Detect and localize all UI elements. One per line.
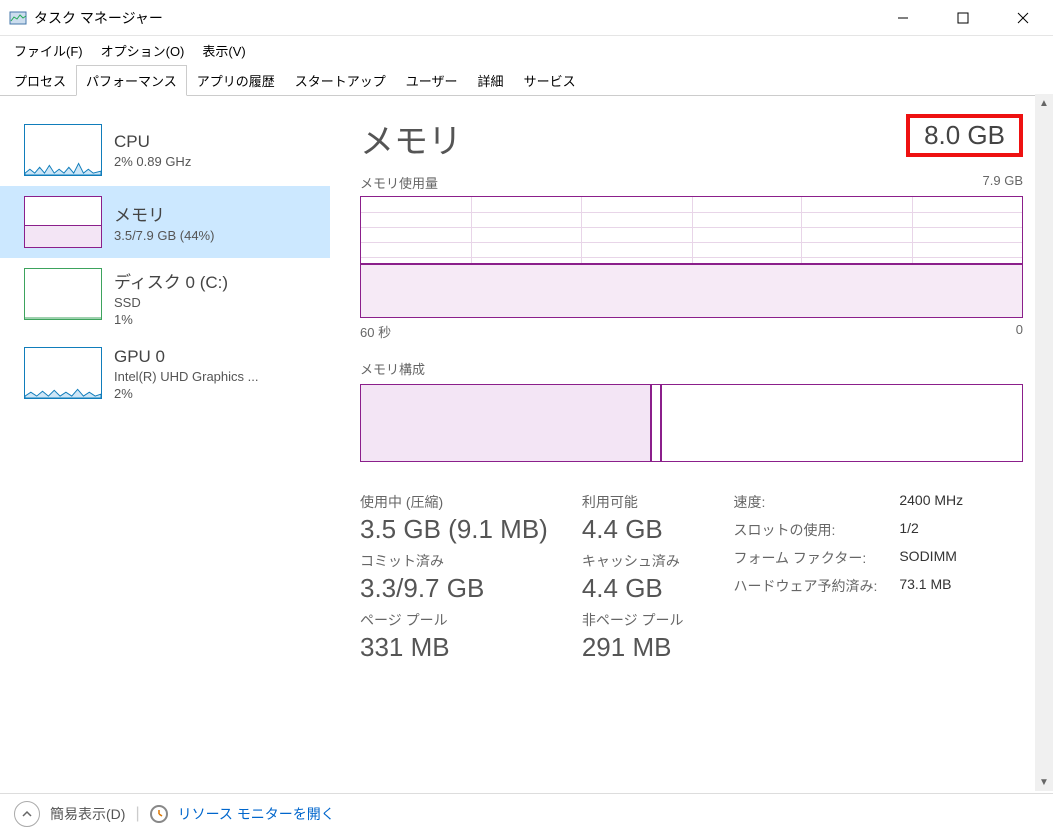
sidebar: CPU 2% 0.89 GHz メモリ 3.5/7.9 GB (44%) ディス… (0, 96, 330, 793)
titlebar: タスク マネージャー (0, 0, 1053, 36)
sidebar-memory-sub: 3.5/7.9 GB (44%) (114, 228, 214, 243)
stat-committed: コミット済み 3.3/9.7 GB (360, 551, 548, 604)
resource-monitor-icon (150, 805, 168, 823)
sidebar-cpu-name: CPU (114, 132, 191, 152)
tab-processes[interactable]: プロセス (4, 65, 76, 96)
tab-startup[interactable]: スタートアップ (285, 65, 396, 96)
tab-performance[interactable]: パフォーマンス (76, 65, 187, 96)
spec-slots-k: スロットの使用: (733, 520, 877, 540)
fewer-details-link[interactable]: 簡易表示(D) (50, 804, 125, 824)
sidebar-memory-name: メモリ (114, 201, 214, 226)
menu-view[interactable]: 表示(V) (194, 38, 253, 63)
usage-chart-label: メモリ使用量 (360, 173, 438, 192)
axis-right: 0 (1016, 322, 1023, 341)
tabbar: プロセス パフォーマンス アプリの履歴 スタートアップ ユーザー 詳細 サービス (0, 64, 1053, 96)
sidebar-disk-sub: SSD (114, 295, 228, 310)
spec-speed-v: 2400 MHz (899, 492, 963, 512)
sidebar-gpu-sub2: 2% (114, 386, 258, 401)
sidebar-cpu-sub: 2% 0.89 GHz (114, 154, 191, 169)
minimize-button[interactable] (873, 0, 933, 36)
menu-options[interactable]: オプション(O) (93, 38, 193, 63)
sidebar-item-gpu[interactable]: GPU 0 Intel(R) UHD Graphics ... 2% (0, 337, 330, 411)
spec-form-v: SODIMM (899, 548, 963, 568)
app-icon (8, 8, 28, 28)
sidebar-item-memory[interactable]: メモリ 3.5/7.9 GB (44%) (0, 186, 330, 258)
sidebar-disk-sub2: 1% (114, 312, 228, 327)
spec-reserved-k: ハードウェア予約済み: (733, 576, 877, 596)
sidebar-item-disk[interactable]: ディスク 0 (C:) SSD 1% (0, 258, 330, 337)
maximize-button[interactable] (933, 0, 993, 36)
spec-form-k: フォーム ファクター: (733, 548, 877, 568)
tab-app-history[interactable]: アプリの履歴 (187, 65, 285, 96)
disk-thumbnail (24, 268, 102, 320)
stat-in-use: 使用中 (圧縮) 3.5 GB (9.1 MB) (360, 492, 548, 545)
footer: 簡易表示(D) | リソース モニターを開く (0, 793, 1053, 833)
scroll-up-icon[interactable]: ▲ (1035, 94, 1053, 112)
spec-reserved-v: 73.1 MB (899, 576, 963, 596)
sidebar-gpu-name: GPU 0 (114, 347, 258, 367)
usage-chart-max: 7.9 GB (983, 173, 1023, 192)
sidebar-disk-name: ディスク 0 (C:) (114, 268, 228, 293)
spec-slots-v: 1/2 (899, 520, 963, 540)
memory-total: 8.0 GB (906, 114, 1023, 157)
tab-services[interactable]: サービス (514, 65, 586, 96)
stat-paged: ページ プール 331 MB (360, 610, 548, 663)
spec-speed-k: 速度: (733, 492, 877, 512)
memory-thumbnail (24, 196, 102, 248)
tab-details[interactable]: 詳細 (468, 65, 514, 96)
window-title: タスク マネージャー (34, 8, 873, 28)
tab-users[interactable]: ユーザー (396, 65, 468, 96)
menubar: ファイル(F) オプション(O) 表示(V) (0, 36, 1053, 64)
close-button[interactable] (993, 0, 1053, 36)
stat-cached: キャッシュ済み 4.4 GB (582, 551, 684, 604)
memory-usage-chart (360, 196, 1023, 318)
scrollbar[interactable]: ▲ ▼ (1035, 94, 1053, 791)
page-title: メモリ (360, 114, 462, 163)
scroll-down-icon[interactable]: ▼ (1035, 773, 1053, 791)
stat-nonpaged: 非ページ プール 291 MB (582, 610, 684, 663)
main-panel: メモリ 8.0 GB メモリ使用量 7.9 GB 60 秒 0 メモリ構成 (330, 96, 1053, 793)
collapse-button[interactable] (14, 801, 40, 827)
cpu-thumbnail (24, 124, 102, 176)
menu-file[interactable]: ファイル(F) (6, 38, 91, 63)
memory-composition-chart (360, 384, 1023, 462)
sidebar-gpu-sub: Intel(R) UHD Graphics ... (114, 369, 258, 384)
gpu-thumbnail (24, 347, 102, 399)
sidebar-item-cpu[interactable]: CPU 2% 0.89 GHz (0, 114, 330, 186)
composition-label: メモリ構成 (360, 359, 1023, 378)
axis-left: 60 秒 (360, 322, 391, 341)
chevron-up-icon (21, 808, 33, 820)
resource-monitor-link[interactable]: リソース モニターを開く (178, 804, 335, 824)
stat-available: 利用可能 4.4 GB (582, 492, 684, 545)
